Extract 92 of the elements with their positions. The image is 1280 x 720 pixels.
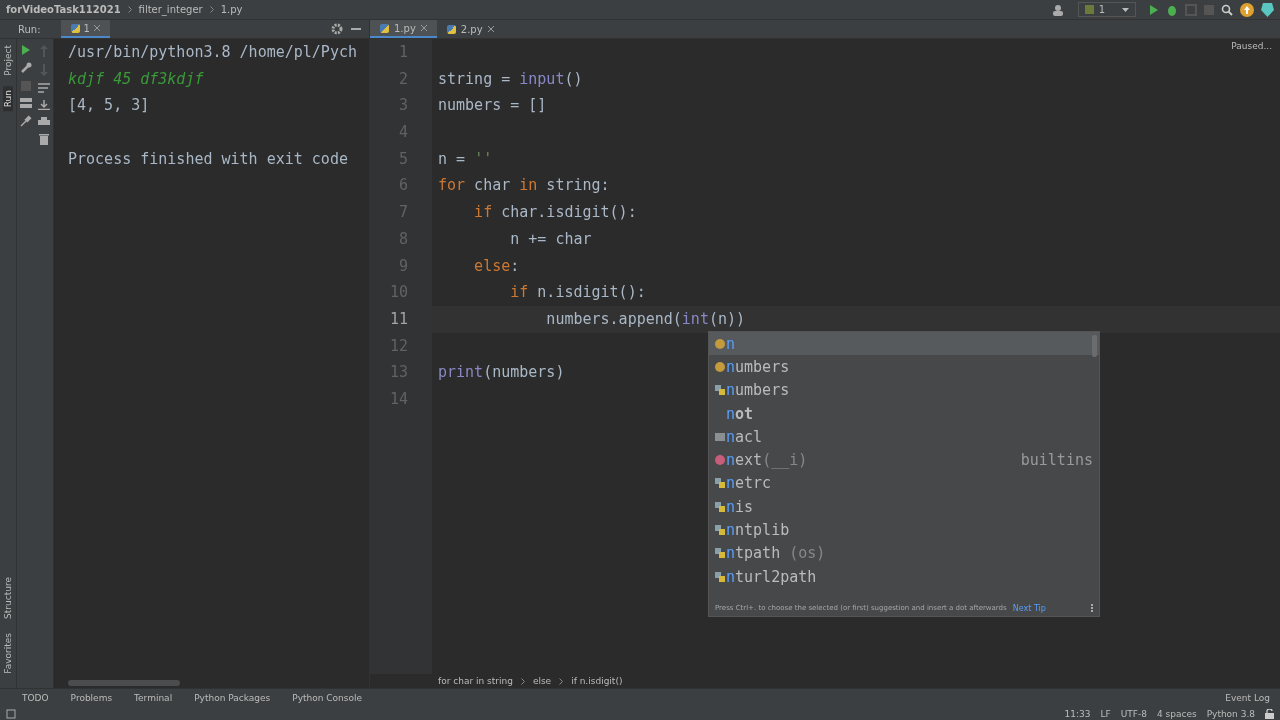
run-config-dropdown[interactable]: 1 [1077, 2, 1136, 17]
code-line: for char in string: [438, 175, 610, 197]
console-line: /usr/bin/python3.8 /home/pl/Pych [68, 42, 358, 63]
completion-item[interactable]: numbers [709, 355, 1099, 379]
settings-icon[interactable] [331, 23, 343, 35]
code-line: n = '' [438, 148, 493, 170]
python-module-icon [714, 478, 725, 489]
code-line: print(numbers) [438, 362, 565, 384]
code-line: string = input() [438, 68, 583, 90]
breadcrumb-item[interactable]: if n.isdigit() [571, 676, 623, 686]
run-icon[interactable] [21, 45, 31, 55]
update-icon[interactable] [1240, 2, 1254, 17]
console-line: Process finished with exit code [68, 148, 349, 170]
lock-icon[interactable] [1265, 708, 1274, 719]
status-item[interactable]: Python 3.8 [1206, 708, 1255, 719]
completion-item[interactable]: netrc [709, 471, 1099, 496]
wrench-icon[interactable] [20, 62, 32, 74]
editor-tab[interactable]: 1.py [370, 20, 437, 38]
folder-icon [714, 432, 725, 441]
completion-item[interactable]: nturl2path [709, 564, 1099, 589]
tool-window-button[interactable]: TODO [22, 693, 49, 703]
console-line: kdjf 45 df3kdjf [68, 68, 205, 90]
status-item[interactable]: LF [1100, 708, 1111, 719]
run-icon[interactable] [1149, 3, 1159, 16]
code-line: numbers.append(int(n)) [546, 308, 746, 330]
next-tip-link[interactable]: Next Tip [1012, 603, 1046, 613]
variable-icon [714, 338, 725, 349]
python-file-icon [446, 24, 456, 34]
run-panel-title: Run: [18, 23, 41, 35]
tool-window-button[interactable]: Terminal [134, 693, 173, 703]
variable-icon [714, 361, 725, 372]
python-module-icon [714, 385, 725, 396]
completion-item[interactable]: not [709, 401, 1099, 426]
tool-window-button[interactable]: Python Console [292, 693, 362, 703]
breadcrumb-item[interactable]: filter_integer [138, 4, 203, 15]
panel-toggle-icon[interactable] [6, 708, 16, 719]
side-tab[interactable]: Favorites [3, 629, 13, 678]
scrollbar[interactable] [1092, 335, 1097, 357]
code-line: n += char [510, 228, 592, 250]
completion-item[interactable]: next(__i) builtins [709, 448, 1099, 472]
event-log-button[interactable]: Event Log [1225, 693, 1270, 703]
print-icon[interactable] [38, 117, 50, 127]
python-module-icon [714, 571, 725, 582]
chevron-icon [127, 6, 132, 13]
tool-window-button[interactable]: Python Packages [194, 693, 271, 703]
breadcrumb-item[interactable]: 1.py [220, 4, 243, 15]
side-tab[interactable]: Project [3, 41, 13, 80]
scrollbar[interactable] [68, 680, 180, 686]
completion-item[interactable]: nis [709, 495, 1099, 519]
console-line: [4, 5, 3] [68, 95, 151, 117]
caret-icon [1122, 7, 1129, 12]
code-line: if char.isdigit(): [474, 202, 637, 224]
completion-item[interactable]: nacl [709, 425, 1099, 449]
python-module-icon [714, 548, 725, 559]
code-line: numbers = [] [438, 95, 547, 117]
gem-icon[interactable] [1261, 2, 1274, 17]
wrap-icon[interactable] [38, 83, 50, 93]
breadcrumb-item[interactable]: forVideoTask112021 [6, 4, 121, 15]
console-tab[interactable]: 1 [60, 20, 110, 38]
pin-icon[interactable] [20, 115, 32, 127]
scroll-end-icon[interactable] [38, 100, 50, 110]
search-icon[interactable] [1221, 3, 1233, 16]
completion-item[interactable]: numbers [709, 378, 1099, 402]
bug-icon[interactable] [1166, 3, 1178, 16]
code-line: if n.isdigit(): [510, 282, 646, 304]
editor-tab[interactable]: 2.py [436, 20, 504, 38]
line-number: 11 [388, 308, 408, 330]
python-module-icon [714, 501, 725, 512]
status-text: Paused... [1231, 41, 1272, 51]
user-icon[interactable] [1050, 3, 1065, 16]
side-tab[interactable]: Structure [3, 573, 13, 624]
completion-item[interactable]: ntpath (os) [709, 541, 1099, 565]
breadcrumb-item[interactable]: for char in string [438, 676, 513, 686]
layout-icon[interactable] [20, 98, 32, 108]
status-item[interactable]: UTF-8 [1120, 708, 1147, 719]
side-tab[interactable]: Run [3, 85, 13, 112]
function-icon [714, 455, 725, 466]
breadcrumb-item[interactable]: else [532, 676, 552, 686]
python-file-icon [380, 23, 389, 33]
python-module-icon [714, 525, 725, 535]
status-item[interactable]: 4 spaces [1156, 708, 1197, 719]
close-icon[interactable] [93, 25, 100, 31]
trash-icon[interactable] [39, 134, 49, 145]
chevron-icon [209, 6, 214, 13]
chevron-icon [559, 677, 564, 685]
completion-item[interactable]: nntplib [709, 518, 1099, 542]
code-line: else: [474, 255, 520, 277]
close-icon[interactable] [420, 25, 427, 31]
tool-window-button[interactable]: Problems [70, 693, 113, 703]
close-icon[interactable] [487, 26, 494, 32]
chevron-icon [520, 677, 525, 685]
status-item[interactable]: 11:33 [1064, 708, 1091, 719]
